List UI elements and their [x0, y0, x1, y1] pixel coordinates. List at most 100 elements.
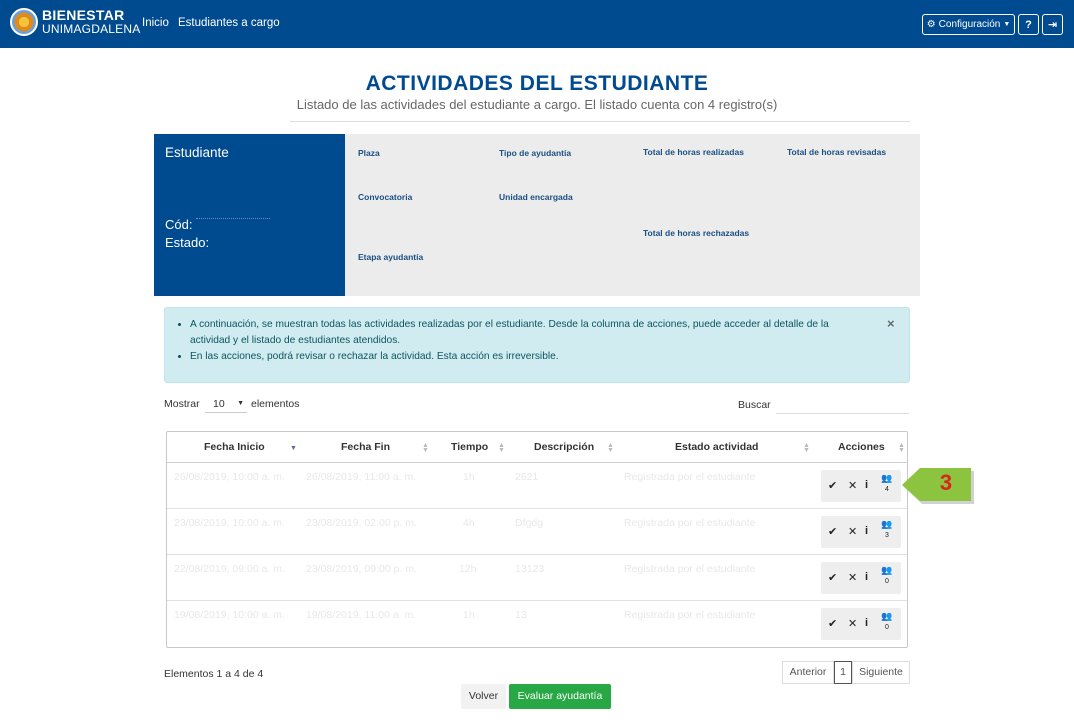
cell-descripcion: 13	[515, 609, 527, 621]
approve-check-icon[interactable]: ✔	[828, 617, 837, 630]
page-subtitle: Listado de las actividades del estudiant…	[296, 97, 778, 112]
attended-students-button[interactable]: 👥 0	[879, 611, 895, 633]
cell-fecha-fin: 19/08/2019, 11:00 a. m.	[306, 609, 417, 621]
cell-descripcion: 2621	[515, 471, 539, 483]
search-input[interactable]	[776, 396, 909, 414]
approve-check-icon[interactable]: ✔	[828, 571, 837, 584]
attended-count: 0	[885, 578, 889, 585]
cell-estado: Registrada por el estudiante	[624, 517, 756, 529]
horas-realizadas-label: Total de horas realizadas	[643, 147, 744, 157]
pagination-next[interactable]: Siguiente	[852, 661, 910, 684]
question-icon: ?	[1025, 18, 1032, 31]
table-row: 19/08/2019, 10:00 a. m. 19/08/2019, 11:0…	[167, 601, 907, 647]
row-actions: ✔ ✕ i 👥 3	[821, 516, 901, 548]
reject-x-icon[interactable]: ✕	[848, 479, 857, 492]
table-row: 26/08/2019, 10:00 a. m. 26/08/2019, 11:0…	[167, 463, 907, 509]
reject-x-icon[interactable]: ✕	[848, 525, 857, 538]
table-row: 23/08/2019, 10:00 a. m. 23/08/2019, 02:0…	[167, 509, 907, 555]
caret-down-icon: ▼	[237, 400, 244, 407]
row-actions: ✔ ✕ i 👥 0	[821, 562, 901, 594]
sort-icon: ▲ ▼	[422, 442, 429, 454]
col-estado[interactable]: Estado actividad	[675, 432, 758, 463]
users-icon: 👥	[881, 611, 893, 621]
row-actions: ✔ ✕ i 👥 0	[821, 608, 901, 640]
top-navbar: BIENESTAR UNIMAGDALENA Inicio Estudiante…	[0, 0, 1074, 48]
brand-title: BIENESTAR	[42, 7, 125, 23]
users-icon: 👥	[881, 473, 893, 483]
sort-icon: ▲ ▼	[607, 442, 614, 454]
cell-descripcion: Dfgdg	[515, 517, 544, 529]
col-tiempo[interactable]: Tiempo	[451, 432, 488, 463]
student-details: Plaza Tipo de ayudantía Total de horas r…	[345, 134, 920, 296]
table-row: 22/08/2019, 09:00 a. m. 23/08/2019, 09:0…	[167, 555, 907, 601]
student-status-label: Estado:	[165, 235, 210, 250]
col-fecha-fin[interactable]: Fecha Fin	[341, 432, 390, 463]
nav-link-inicio[interactable]: Inicio	[142, 17, 169, 29]
cell-estado: Registrada por el estudiante	[624, 471, 756, 483]
attended-students-button[interactable]: 👥 3	[879, 519, 895, 541]
horas-revisadas-label: Total de horas revisadas	[787, 147, 887, 157]
search-label: Buscar	[738, 399, 771, 411]
pagination-prev[interactable]: Anterior	[782, 661, 834, 684]
student-header: Estudiante	[165, 145, 229, 160]
divider	[290, 121, 910, 122]
alert-item: A continuación, se muestran todas las ac…	[190, 317, 867, 349]
sort-icon: ▲ ▼	[498, 442, 505, 454]
university-logo-icon	[10, 8, 38, 36]
callout-number: 3	[939, 470, 953, 495]
cell-fecha-inicio: 22/08/2019, 09:00 a. m.	[174, 563, 285, 575]
cell-tiempo: 1h	[463, 471, 475, 483]
convocatoria-label: Convocatoria	[358, 192, 413, 202]
col-fecha-inicio[interactable]: Fecha Inicio	[204, 432, 265, 463]
brand[interactable]: BIENESTAR UNIMAGDALENA	[10, 8, 140, 36]
gear-icon: ⚙	[926, 19, 936, 30]
sort-desc-icon: ▼	[290, 445, 297, 452]
logout-button[interactable]: ⇥	[1042, 14, 1063, 35]
close-icon[interactable]: ×	[887, 316, 895, 331]
col-acciones[interactable]: Acciones	[838, 432, 885, 463]
users-icon: 👥	[881, 519, 893, 529]
attended-students-button[interactable]: 👥 4	[879, 473, 895, 495]
help-button[interactable]: ?	[1018, 14, 1039, 35]
cell-descripcion: 13123	[515, 563, 545, 575]
etapa-label: Etapa ayudantía	[358, 252, 424, 262]
info-icon[interactable]: i	[865, 479, 868, 491]
cell-tiempo: 4h	[463, 517, 475, 529]
col-descripcion[interactable]: Descripción	[534, 432, 594, 463]
cell-tiempo: 12h	[459, 563, 477, 575]
pagination-page-1[interactable]: 1	[834, 661, 852, 684]
cell-fecha-inicio: 23/08/2019, 10:00 a. m.	[174, 517, 285, 529]
approve-check-icon[interactable]: ✔	[828, 525, 837, 538]
cell-fecha-fin: 23/08/2019, 09:00 p. m.	[306, 563, 417, 575]
info-alert: A continuación, se muestran todas las ac…	[164, 307, 910, 383]
page-length-select[interactable]: 10 ▼	[205, 396, 247, 413]
cell-fecha-fin: 23/08/2019, 02:00 p. m.	[306, 517, 417, 529]
elements-label: elementos	[251, 398, 300, 410]
student-code-value	[196, 218, 270, 219]
student-card: Estudiante Cód: Estado:	[154, 134, 345, 296]
sign-out-icon: ⇥	[1047, 19, 1058, 31]
reject-x-icon[interactable]: ✕	[848, 571, 857, 584]
back-button[interactable]: Volver	[461, 684, 506, 709]
users-icon: 👥	[881, 565, 893, 575]
cell-fecha-inicio: 19/08/2019, 10:00 a. m.	[174, 609, 285, 621]
info-icon[interactable]: i	[865, 571, 868, 583]
activities-table: Fecha Inicio ▼ Fecha Fin ▲ ▼ Tiempo ▲ ▼ De…	[166, 431, 908, 648]
reject-x-icon[interactable]: ✕	[848, 617, 857, 630]
unidad-label: Unidad encargada	[499, 192, 573, 202]
config-dropdown-button[interactable]: ⚙ Configuración ▼	[922, 14, 1015, 35]
attended-students-button[interactable]: 👥 0	[879, 565, 895, 587]
cell-estado: Registrada por el estudiante	[624, 609, 756, 621]
approve-check-icon[interactable]: ✔	[828, 479, 837, 492]
show-label: Mostrar	[164, 398, 200, 410]
attended-count: 0	[885, 624, 889, 631]
cell-fecha-fin: 26/08/2019, 11:00 a. m.	[306, 471, 417, 483]
nav-link-estudiantes[interactable]: Estudiantes a cargo	[178, 17, 280, 29]
info-icon[interactable]: i	[865, 525, 868, 537]
sort-icon: ▲ ▼	[898, 442, 905, 454]
info-icon[interactable]: i	[865, 617, 868, 629]
evaluate-button[interactable]: Evaluar ayudantía	[509, 684, 611, 709]
row-actions: ✔ ✕ i 👥 4	[821, 470, 901, 502]
cell-tiempo: 1h	[463, 609, 475, 621]
horas-rechazadas-label: Total de horas rechazadas	[643, 228, 750, 238]
